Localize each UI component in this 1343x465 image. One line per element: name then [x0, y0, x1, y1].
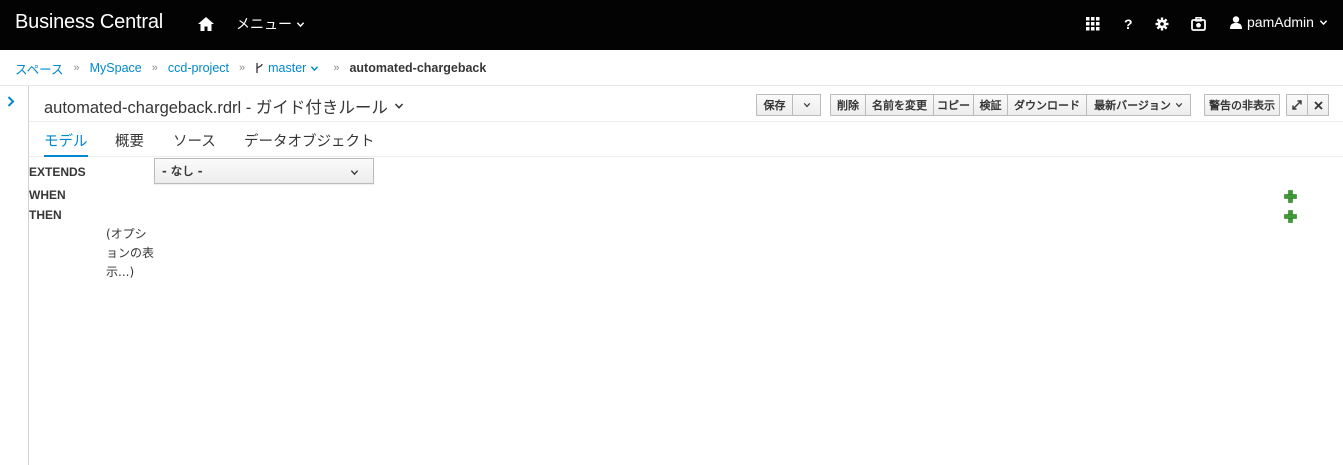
chevron-down-icon: [1319, 19, 1328, 25]
chevron-right-icon[interactable]: [7, 96, 15, 107]
editor-tabs: モデル 概要 ソース データオブジェクト: [29, 122, 1343, 157]
save-dropdown-toggle[interactable]: [792, 94, 821, 116]
close-button[interactable]: [1307, 94, 1329, 116]
top-navbar: Business Central メニュー ? pamAdmin: [0, 0, 1343, 50]
breadcrumb: スペース » MySpace » ccd-project » master » …: [0, 51, 1343, 86]
menu-dropdown[interactable]: メニュー: [236, 14, 305, 34]
chevron-down-icon: [1175, 102, 1183, 108]
tab-overview[interactable]: 概要: [115, 130, 144, 157]
apps-grid-icon[interactable]: [1086, 14, 1100, 34]
branch-icon: [256, 63, 263, 73]
show-options-link[interactable]: (オプシ ョンの表 示...): [106, 225, 166, 282]
breadcrumb-separator: »: [73, 62, 80, 74]
chevron-down-icon: [296, 21, 305, 27]
chevron-down-icon: [311, 65, 319, 71]
hide-warnings-group: 警告の非表示: [1204, 94, 1280, 116]
document-title-text: automated-chargeback.rdrl - ガイド付きルール: [44, 99, 388, 117]
expand-icon: [1292, 100, 1302, 110]
extends-select[interactable]: - なし -: [154, 158, 374, 184]
maximize-button[interactable]: [1286, 94, 1308, 116]
breadcrumb-separator: »: [333, 62, 340, 74]
user-menu[interactable]: pamAdmin: [1230, 14, 1328, 30]
action-button-group: 削除 名前を変更 コピー 検証 ダウンロード 最新バージョン: [830, 94, 1191, 116]
chevron-down-icon: [394, 103, 403, 109]
save-button[interactable]: 保存: [756, 94, 793, 116]
copy-button[interactable]: コピー: [933, 94, 974, 116]
extends-value: - なし -: [162, 164, 203, 178]
breadcrumb-spaces[interactable]: スペース: [15, 59, 64, 78]
left-side-panel: [0, 86, 29, 465]
menu-label: メニュー: [236, 16, 292, 32]
rename-button[interactable]: 名前を変更: [865, 94, 934, 116]
user-name: pamAdmin: [1247, 14, 1314, 30]
window-button-group: [1286, 94, 1329, 116]
extends-label: EXTENDS: [29, 165, 86, 179]
latest-version-label: 最新バージョン: [1094, 99, 1171, 112]
chevron-down-icon: [803, 102, 810, 108]
task-inbox-icon[interactable]: [1191, 14, 1206, 34]
branch-name: master: [268, 61, 307, 75]
help-icon[interactable]: ?: [1124, 14, 1133, 34]
latest-version-dropdown[interactable]: 最新バージョン: [1086, 94, 1191, 116]
home-icon[interactable]: [197, 15, 215, 33]
editor-title-bar: automated-chargeback.rdrl - ガイド付きルール 保存 …: [29, 86, 1343, 122]
gear-icon[interactable]: [1155, 14, 1169, 34]
tab-model[interactable]: モデル: [44, 130, 88, 157]
chevron-down-icon: [350, 170, 359, 176]
options-text-line: ョンの表: [106, 246, 155, 260]
options-text-line: 示...): [106, 265, 135, 279]
when-label: WHEN: [29, 188, 66, 202]
document-title[interactable]: automated-chargeback.rdrl - ガイド付きルール: [44, 94, 404, 118]
add-action-icon[interactable]: [1284, 210, 1297, 223]
save-button-group: 保存: [756, 94, 821, 116]
options-text-line: (オプシ: [106, 227, 147, 241]
user-icon: [1230, 15, 1242, 29]
then-label: THEN: [29, 208, 62, 222]
breadcrumb-separator: »: [239, 62, 246, 74]
breadcrumb-separator: »: [151, 62, 158, 74]
tab-data-objects[interactable]: データオブジェクト: [244, 130, 375, 157]
breadcrumb-space[interactable]: MySpace: [90, 61, 142, 75]
breadcrumb-project[interactable]: ccd-project: [168, 61, 229, 75]
breadcrumb-current: automated-chargeback: [349, 61, 487, 75]
brand-logo[interactable]: Business Central: [15, 11, 163, 34]
download-button[interactable]: ダウンロード: [1007, 94, 1087, 116]
tab-source[interactable]: ソース: [173, 130, 216, 157]
validate-button[interactable]: 検証: [973, 94, 1008, 116]
add-condition-icon[interactable]: [1284, 190, 1297, 203]
branch-selector[interactable]: master: [255, 61, 319, 75]
close-icon: [1313, 100, 1323, 110]
delete-button[interactable]: 削除: [830, 94, 866, 116]
hide-warnings-button[interactable]: 警告の非表示: [1204, 94, 1280, 116]
